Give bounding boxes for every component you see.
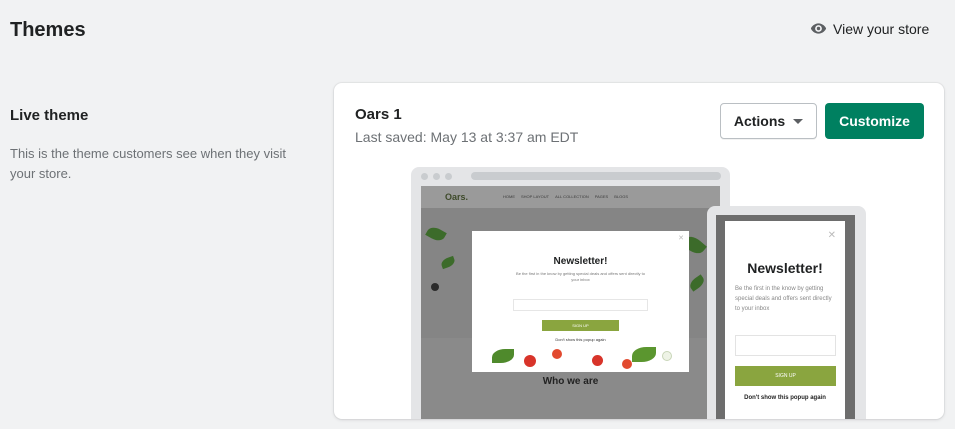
close-icon: ✕ [827,230,836,241]
browser-dot [445,173,452,180]
mobile-preview: ✕ Newsletter! Be the first in the know b… [707,206,866,419]
popup-title: Newsletter! [747,260,823,276]
live-theme-description: This is the theme customers see when the… [10,146,287,181]
site-nav-item: PAGES [594,194,609,199]
leaf-decoration [425,224,447,244]
site-nav-item: SHOP LAYOUT [521,194,550,199]
live-theme-title: Live theme [10,107,89,124]
popup-signup-button: SIGN UP [735,366,836,386]
olive-decoration [431,283,439,291]
site-nav-item: HOME [503,194,515,199]
browser-dot [421,173,428,180]
view-store-label: View your store [833,20,930,37]
theme-card: Oars 1 Last saved: May 13 at 3:37 am EDT… [334,83,944,419]
actions-label: Actions [733,113,786,129]
actions-button[interactable]: Actions [720,103,817,139]
view-store-link[interactable]: View your store [810,20,929,37]
theme-name: Oars 1 [355,106,402,123]
popup-title: Newsletter! [553,256,608,267]
basil-decoration [632,347,656,362]
onion-decoration [662,351,672,361]
mobile-newsletter-popup: ✕ Newsletter! Be the first in the know b… [725,221,845,419]
popup-text: Be the first in the know by getting spec… [735,286,832,312]
customize-label: Customize [839,113,910,129]
site-logo: Oars. [445,192,469,202]
popup-email-input [513,299,648,311]
tomato-decoration [592,355,603,366]
popup-text: Be the first in the know by getting spec… [516,271,645,282]
leaf-decoration [687,274,707,292]
last-saved-text: Last saved: May 13 at 3:37 am EDT [355,129,579,145]
basil-decoration [492,349,514,363]
site-screenshot: Oars. HOME SHOP LAYOUT ALL COLLECTION PA… [421,186,720,419]
popup-email-input [735,335,836,356]
page-title: Themes [10,19,86,41]
tomato-decoration [552,349,562,359]
site-nav: HOME SHOP LAYOUT ALL COLLECTION PAGES BL… [503,194,628,199]
desktop-newsletter-popup: ✕ Newsletter! Be the first in the know b… [472,231,689,372]
desktop-preview: Oars. HOME SHOP LAYOUT ALL COLLECTION PA… [411,167,730,419]
site-header: Oars. HOME SHOP LAYOUT ALL COLLECTION PA… [421,186,720,208]
close-icon: ✕ [678,235,684,242]
customize-button[interactable]: Customize [825,103,924,139]
who-we-are-title: Who we are [542,376,599,387]
popup-signup-button: SIGN UP [542,320,619,331]
leaf-decoration [439,255,457,270]
site-nav-item: ALL COLLECTION [555,194,589,199]
popup-dismiss-link: Don't show this popup again [744,395,826,401]
site-nav-item: BLOGS [614,194,629,199]
caret-down-icon [793,118,804,124]
popup-dismiss-link: Don't show this popup again [555,337,606,342]
browser-dot [433,173,440,180]
tomato-decoration [622,359,632,369]
mobile-screen: ✕ Newsletter! Be the first in the know b… [716,215,855,419]
eye-icon [810,23,827,34]
url-bar [471,172,721,180]
browser-bar [411,167,730,185]
tomato-decoration [524,355,536,367]
